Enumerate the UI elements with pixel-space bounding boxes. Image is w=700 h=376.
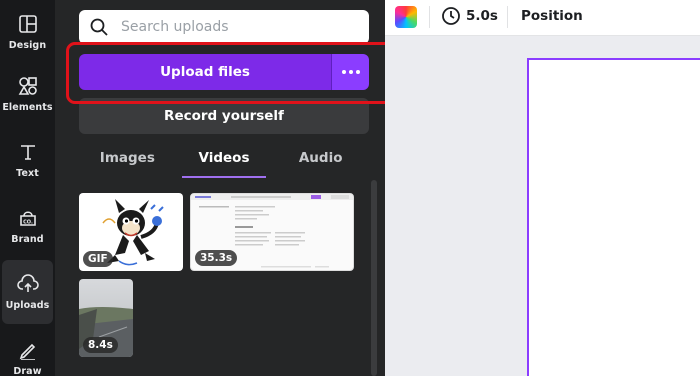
color-picker-button[interactable] — [395, 6, 417, 28]
duration-button[interactable]: 5.0s — [441, 6, 498, 26]
toolbar-divider — [429, 6, 430, 28]
duration-badge: 8.4s — [83, 337, 118, 353]
toolbar-divider — [507, 6, 508, 28]
search-icon — [89, 17, 109, 37]
layout-icon — [17, 13, 39, 35]
search-input[interactable] — [121, 19, 361, 35]
canvas-area — [385, 37, 700, 376]
tab-audio[interactable]: Audio — [272, 144, 369, 178]
design-page[interactable] — [527, 58, 700, 376]
panel-scrollbar[interactable] — [371, 180, 377, 376]
upload-thumbnail-video-2[interactable]: 8.4s — [79, 279, 133, 357]
duration-value: 5.0s — [466, 8, 498, 24]
rail-item-brand[interactable]: CO. Brand — [0, 194, 55, 258]
rail-item-text[interactable]: Text — [0, 128, 55, 192]
search-box[interactable] — [79, 10, 369, 44]
editor-root: Design Elements Text CO. Brand Uploads D… — [0, 0, 700, 376]
annotation-highlight-box — [66, 42, 400, 104]
rail-item-label: Text — [16, 168, 39, 179]
shapes-icon — [17, 75, 39, 97]
rail-item-label: Design — [8, 40, 47, 51]
rail-item-label: Elements — [2, 102, 53, 113]
upload-thumbnail-video-1[interactable]: 35.3s — [190, 193, 354, 271]
text-icon — [17, 141, 39, 163]
position-button[interactable]: Position — [521, 8, 583, 24]
rail-item-label: Brand — [11, 234, 44, 245]
upload-thumbnail-gif[interactable]: GIF — [79, 193, 183, 271]
brand-icon: CO. — [17, 207, 39, 229]
side-nav-rail: Design Elements Text CO. Brand Uploads D… — [0, 0, 55, 376]
media-type-badge: GIF — [83, 251, 113, 267]
tab-videos[interactable]: Videos — [176, 144, 273, 178]
rail-item-uploads[interactable]: Uploads — [2, 260, 53, 324]
pen-icon — [17, 339, 39, 361]
rail-item-design[interactable]: Design — [0, 0, 55, 64]
tab-images[interactable]: Images — [79, 144, 176, 178]
svg-text:CO.: CO. — [23, 220, 33, 226]
media-tabs: Images Videos Audio — [79, 144, 369, 178]
cloud-upload-icon — [16, 273, 39, 295]
rail-item-label: Draw — [13, 366, 42, 376]
clock-icon — [441, 6, 461, 26]
rail-item-elements[interactable]: Elements — [0, 62, 55, 126]
duration-badge: 35.3s — [195, 250, 238, 266]
rail-item-label: Uploads — [5, 300, 50, 311]
rail-item-draw[interactable]: Draw — [0, 326, 55, 376]
editor-toolbar: 5.0s Position — [385, 0, 700, 36]
